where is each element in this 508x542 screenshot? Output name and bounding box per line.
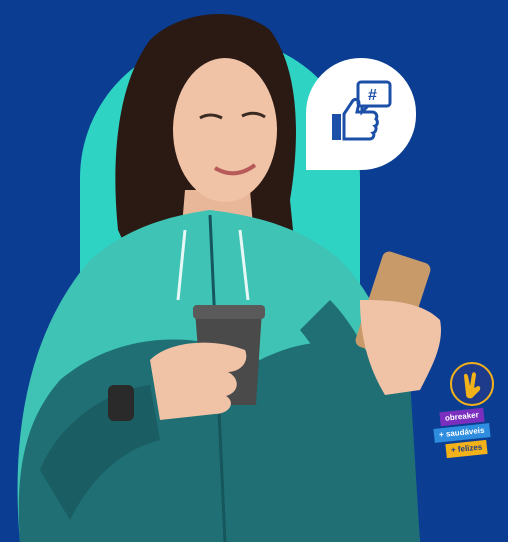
campaign-badge: obreaker + saudáveis + felizes [433, 362, 502, 462]
thumbs-up-hashtag-icon: # [332, 80, 392, 141]
svg-text:#: # [368, 87, 377, 104]
speech-bubble: # [306, 58, 416, 170]
woman-with-phone-and-coffee-illustration [17, 13, 441, 542]
badge-ribbon-3: + felizes [445, 439, 488, 459]
badge-circle [450, 362, 494, 406]
victory-hand-icon [464, 372, 481, 399]
hero-banner: # obreaker + saudáveis + felizes [0, 0, 508, 542]
